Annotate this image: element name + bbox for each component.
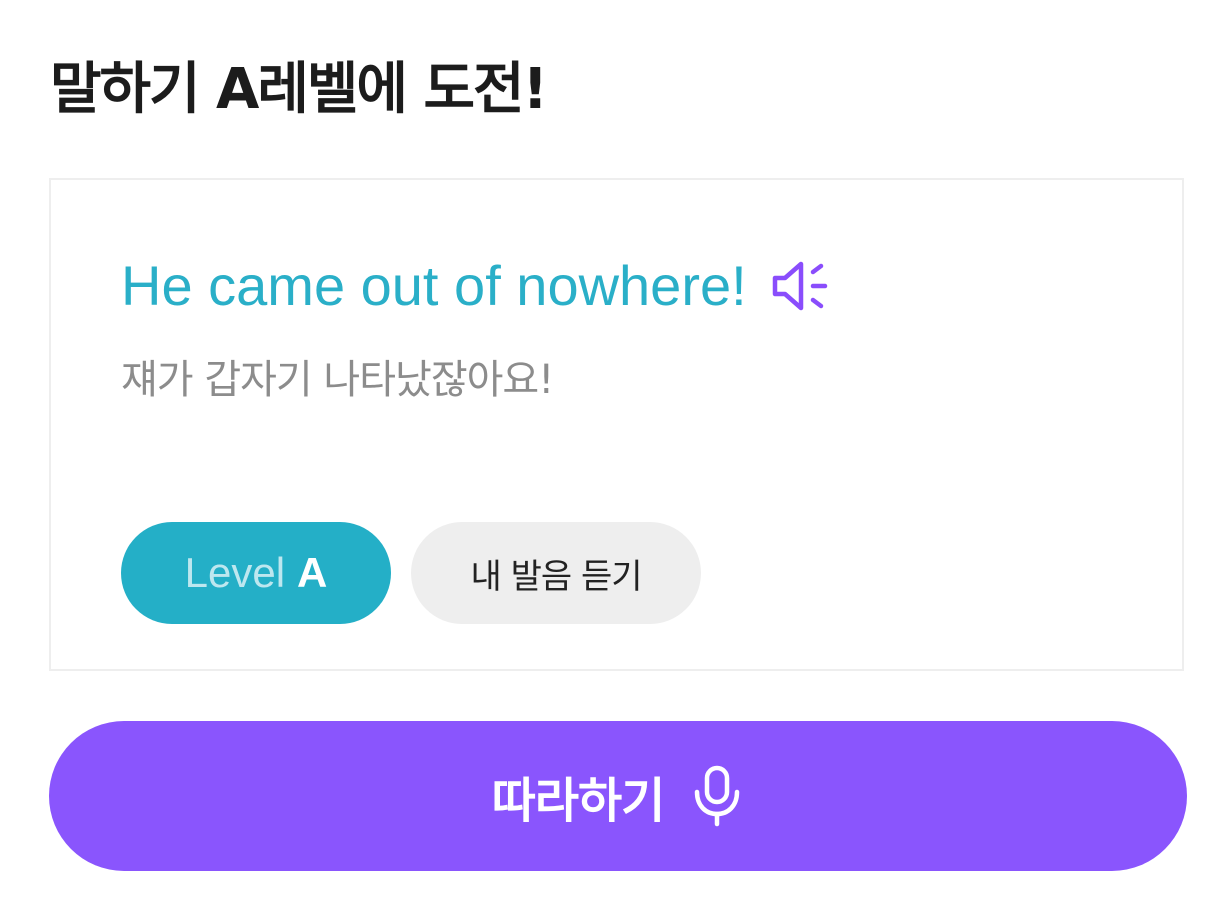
microphone-icon xyxy=(690,764,744,828)
page: 말하기 A레벨에 도전! He came out of nowhere! 쟤가 … xyxy=(0,0,1226,906)
follow-along-label: 따라하기 xyxy=(491,773,666,829)
speaker-icon[interactable] xyxy=(769,256,833,316)
level-prefix: Level xyxy=(184,549,286,596)
level-badge: Level A xyxy=(121,522,391,624)
sentence-row: He came out of nowhere! xyxy=(121,250,833,322)
listen-button-label: 내 발음 듣기 xyxy=(470,556,642,597)
follow-along-button[interactable]: 따라하기 xyxy=(49,721,1187,871)
pill-row: Level A 내 발음 듣기 xyxy=(121,522,701,624)
level-value: A xyxy=(297,549,328,596)
sentence-card: He came out of nowhere! 쟤가 갑자기 나타났잖아요! L… xyxy=(49,178,1184,671)
korean-translation: 쟤가 갑자기 나타났잖아요! xyxy=(121,357,554,403)
page-title: 말하기 A레벨에 도전! xyxy=(50,57,548,122)
english-sentence: He came out of nowhere! xyxy=(121,254,747,317)
listen-my-pronunciation-button[interactable]: 내 발음 듣기 xyxy=(411,522,701,624)
